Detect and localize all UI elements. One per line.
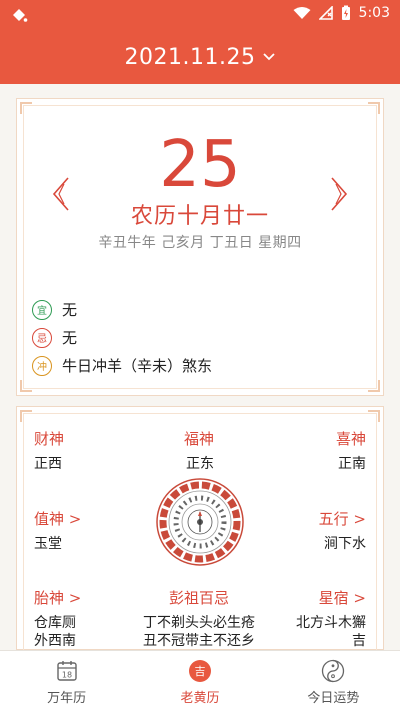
status-bar: 5:03 xyxy=(0,0,400,30)
signal-icon xyxy=(318,6,333,20)
day-number: 25 xyxy=(159,128,241,202)
paint-bucket-icon xyxy=(13,9,28,22)
tab-almanac[interactable]: 吉 老黄历 xyxy=(133,651,266,713)
xing-xiu-link[interactable]: 星宿 > xyxy=(319,587,366,608)
selected-date: 2021.11.25 xyxy=(124,44,256,70)
tab-calendar[interactable]: 18 万年历 xyxy=(0,651,133,713)
battery-charging-icon xyxy=(341,5,350,20)
date-selector[interactable]: 2021.11.25 xyxy=(125,45,276,70)
ji-text: 无 xyxy=(62,329,78,347)
tai-shen-link[interactable]: 胎神 > xyxy=(34,587,81,608)
wifi-icon xyxy=(293,7,311,19)
bottom-tab-bar: 18 万年历 吉 老黄历 今日运势 xyxy=(0,650,400,713)
ji-badge: 忌 xyxy=(32,327,52,348)
xi-shen-title: 喜神 xyxy=(335,430,366,448)
lunar-date: 农历十月廿一 xyxy=(130,204,269,229)
wu-xing-link[interactable]: 五行 > xyxy=(319,508,366,529)
fu-shen-title: 福神 xyxy=(184,430,215,448)
tab-label: 今日运势 xyxy=(307,690,360,706)
yi-text: 无 xyxy=(62,301,78,319)
yi-row: 宜 无 xyxy=(32,299,77,320)
tab-fortune[interactable]: 今日运势 xyxy=(267,651,400,713)
system-icons: 5:03 xyxy=(293,5,390,21)
xing-xiu-value-line2: 吉 xyxy=(352,633,366,649)
ji-row: 忌 无 xyxy=(32,327,77,348)
yi-badge: 宜 xyxy=(32,299,52,320)
peng-zu-value-line2: 丑不冠带主不还乡 xyxy=(143,633,255,649)
tai-shen-value-line2: 外西南 xyxy=(34,633,76,649)
compass-icon xyxy=(156,478,244,566)
tai-shen-value-line1: 仓库厕 xyxy=(34,615,76,631)
fu-shen-value: 正东 xyxy=(186,456,214,472)
tab-label: 老黄历 xyxy=(180,690,220,706)
svg-text:吉: 吉 xyxy=(194,665,205,678)
calendar-icon: 18 xyxy=(56,660,77,681)
cai-shen-value: 正西 xyxy=(34,456,62,472)
chong-badge: 冲 xyxy=(32,355,52,376)
peng-zu-title: 彭祖百忌 xyxy=(169,589,230,607)
chong-text: 牛日冲羊（辛未）煞东 xyxy=(62,357,213,375)
almanac-icon: 吉 xyxy=(188,659,211,682)
wu-xing-value: 涧下水 xyxy=(324,536,366,552)
zhi-shen-value: 玉堂 xyxy=(34,536,62,552)
svg-text:18: 18 xyxy=(62,670,72,679)
xi-shen-value: 正南 xyxy=(338,456,366,472)
chevron-down-icon xyxy=(263,53,276,61)
cai-shen-title: 财神 xyxy=(34,430,65,448)
xing-xiu-value-line1: 北方斗木獬 xyxy=(296,615,366,631)
tab-label: 万年历 xyxy=(47,690,87,706)
zhi-shen-link[interactable]: 值神 > xyxy=(34,508,81,529)
yinyang-icon xyxy=(322,659,345,682)
app-header: 2021.11.25 xyxy=(0,30,400,84)
ganzhi-line: 辛丑牛年 己亥月 丁丑日 星期四 xyxy=(98,235,302,251)
clock: 5:03 xyxy=(358,5,390,21)
peng-zu-value-line1: 丁不剃头头必生疮 xyxy=(143,615,255,631)
chong-row: 冲 牛日冲羊（辛未）煞东 xyxy=(32,355,212,376)
